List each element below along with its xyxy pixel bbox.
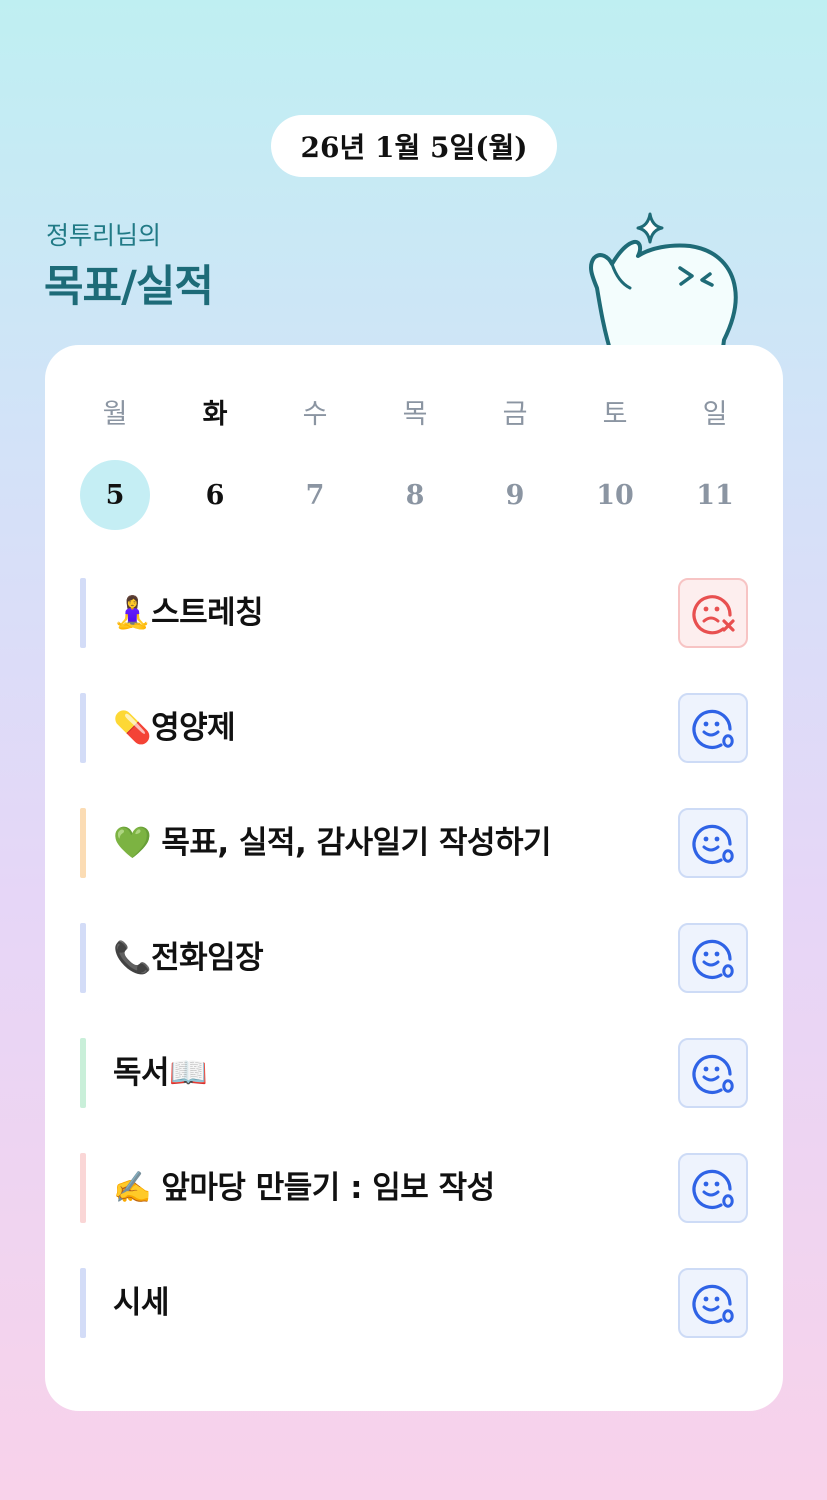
page-title: 목표/실적 (44, 262, 214, 312)
smile-face-icon (690, 820, 736, 866)
task-label: 📞전화임장 (113, 940, 264, 976)
mascot-icon (588, 212, 738, 356)
day-button-8[interactable]: 8 (365, 460, 465, 530)
task-color-bar (80, 1038, 86, 1108)
day-button-10[interactable]: 10 (565, 460, 665, 530)
task-status-button[interactable] (678, 1268, 748, 1338)
weekday-sun: 일 (702, 399, 728, 430)
task-row[interactable]: ✍️ 앞마당 만들기 : 임보 작성 (80, 1153, 748, 1223)
task-color-bar (80, 693, 86, 763)
task-status-button[interactable] (678, 1038, 748, 1108)
day-row: 5 6 7 8 9 10 11 (65, 460, 765, 530)
day-button-5[interactable]: 5 (65, 460, 165, 530)
task-label: 💊영양제 (113, 710, 236, 746)
weekday-row: 월 화 수 목 금 토 일 (65, 395, 765, 435)
task-color-bar (80, 808, 86, 878)
task-color-bar (80, 923, 86, 993)
sad-face-x-icon (690, 590, 736, 636)
task-status-button[interactable] (678, 578, 748, 648)
weekday-thu: 목 (402, 399, 428, 430)
weekday-fri: 금 (502, 399, 528, 430)
task-color-bar (80, 1153, 86, 1223)
task-row[interactable]: 💚 목표, 실적, 감사일기 작성하기 (80, 808, 748, 878)
weekday-tue: 화 (202, 399, 228, 430)
task-status-button[interactable] (678, 693, 748, 763)
day-button-11[interactable]: 11 (665, 460, 765, 530)
day-button-6[interactable]: 6 (165, 460, 265, 530)
task-label: ✍️ 앞마당 만들기 : 임보 작성 (113, 1170, 495, 1206)
day-button-7[interactable]: 7 (265, 460, 365, 530)
task-color-bar (80, 1268, 86, 1338)
task-row[interactable]: 🧘‍♀️스트레칭 (80, 578, 748, 648)
smile-face-icon (690, 1165, 736, 1211)
task-status-button[interactable] (678, 1153, 748, 1223)
task-row[interactable]: 독서📖 (80, 1038, 748, 1108)
task-row[interactable]: 💊영양제 (80, 693, 748, 763)
task-row[interactable]: 📞전화임장 (80, 923, 748, 993)
date-label: 26년 1월 5일(월) (300, 131, 528, 164)
weekday-sat: 토 (602, 399, 628, 430)
owner-label: 정투리님의 (46, 221, 162, 250)
smile-face-icon (690, 935, 736, 981)
weekday-mon: 월 (102, 399, 128, 430)
task-label: 💚 목표, 실적, 감사일기 작성하기 (113, 825, 552, 861)
task-label: 🧘‍♀️스트레칭 (113, 595, 264, 631)
task-status-button[interactable] (678, 808, 748, 878)
task-label: 시세 (113, 1285, 170, 1321)
smile-face-icon (690, 1050, 736, 1096)
day-button-9[interactable]: 9 (465, 460, 565, 530)
task-label: 독서📖 (113, 1055, 208, 1091)
task-color-bar (80, 578, 86, 648)
weekday-wed: 수 (302, 399, 328, 430)
smile-face-icon (690, 705, 736, 751)
task-status-button[interactable] (678, 923, 748, 993)
smile-face-icon (690, 1280, 736, 1326)
date-pill[interactable]: 26년 1월 5일(월) (271, 115, 557, 177)
task-row[interactable]: 시세 (80, 1268, 748, 1338)
